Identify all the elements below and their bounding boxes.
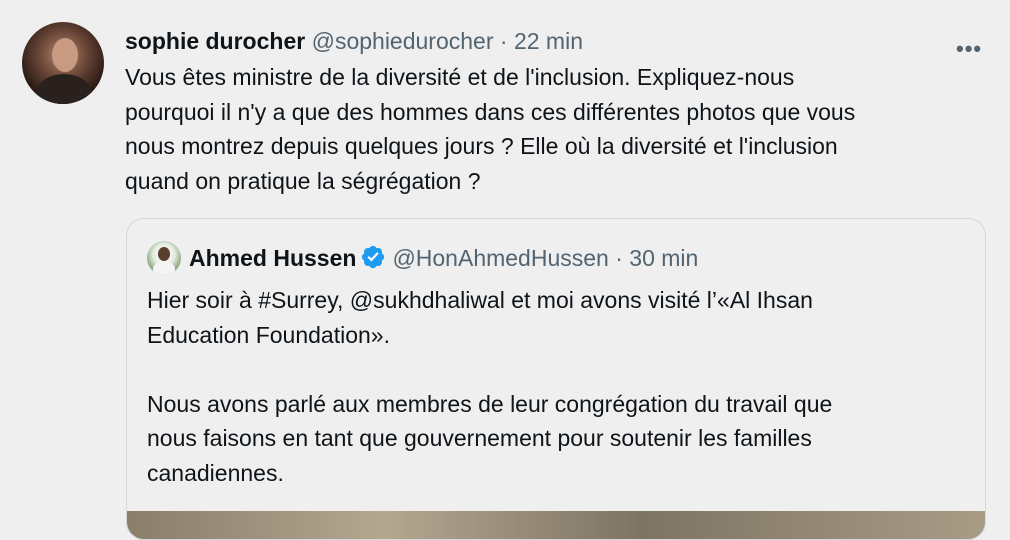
quoted-timestamp: 30 min [629,245,699,271]
more-options-icon[interactable]: ••• [956,36,982,62]
author-name[interactable]: sophie durocher [125,28,305,54]
tweet-text-line: nous montrez depuis quelques jours ? Ell… [125,133,838,159]
verified-badge-icon [362,245,385,269]
quoted-text-blank-line [147,352,967,387]
quoted-author-handle: @HonAhmedHussen [392,245,609,271]
quoted-author-name: Ahmed Hussen [189,245,357,271]
quoted-text-line: Hier soir à #Surrey, @sukhdhaliwal et mo… [147,287,813,313]
author-avatar[interactable] [22,22,104,104]
quoted-text-line: canadiennes. [147,459,284,486]
quoted-author-avatar [147,241,181,275]
quoted-tweet-header: Ahmed Hussen @HonAhmedHussen · 30 min [189,242,698,274]
tweet-text-line: pourquoi il n'y a que des hommes dans ce… [125,98,856,125]
tweet-text: Vous êtes ministre de la diversité et de… [125,60,965,198]
quoted-text-line: nous faisons en tant que gouvernement po… [147,425,812,451]
tweet-text-line: quand on pratique la ségrégation ? [125,167,481,194]
tweet-timestamp[interactable]: 22 min [514,28,583,54]
quoted-tweet-text: Hier soir à #Surrey, @sukhdhaliwal et mo… [147,283,967,490]
quoted-media-image[interactable] [127,511,985,539]
separator-dot: · [615,245,623,271]
tweet[interactable]: sophie durocher @sophiedurocher · 22 min… [0,0,1010,540]
tweet-text-line: Vous êtes ministre de la diversité et de… [125,64,795,90]
separator-dot: · [499,28,508,54]
quoted-text-line: Education Foundation». [147,321,390,348]
author-handle[interactable]: @sophiedurocher [312,28,494,54]
quoted-text-line: Nous avons parlé aux membres de leur con… [147,390,833,417]
tweet-header: sophie durocher @sophiedurocher · 22 min [125,26,583,56]
quoted-tweet-card[interactable]: Ahmed Hussen @HonAhmedHussen · 30 min Hie… [126,218,986,540]
